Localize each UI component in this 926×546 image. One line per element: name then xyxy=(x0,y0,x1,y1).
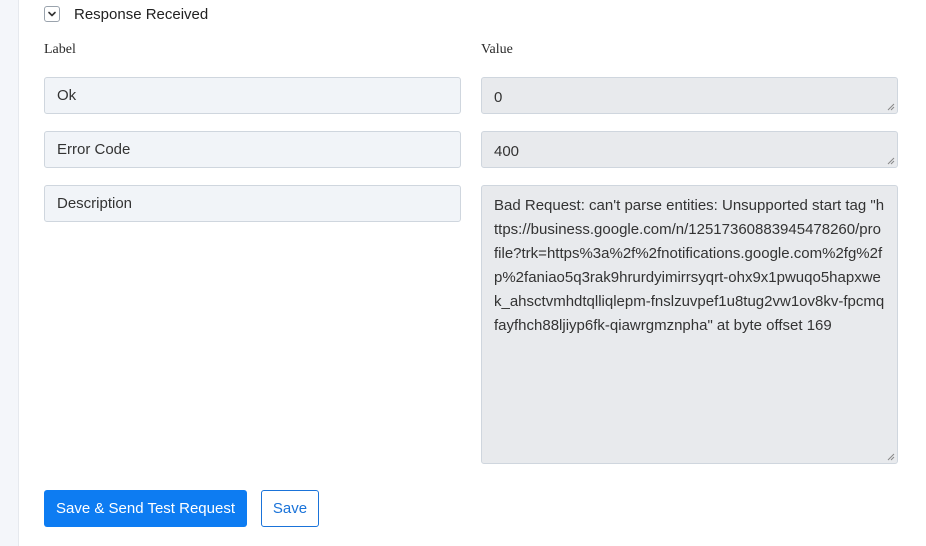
value-field-error-code[interactable]: 400 xyxy=(481,131,898,168)
value-text: 0 xyxy=(494,89,503,106)
value-text: Bad Request: can't parse entities: Unsup… xyxy=(494,197,885,334)
resize-grip-icon[interactable] xyxy=(886,156,895,165)
value-text: 400 xyxy=(494,143,520,160)
resize-grip-icon[interactable] xyxy=(886,452,895,461)
save-button[interactable]: Save xyxy=(261,490,319,527)
section-title: Response Received xyxy=(74,5,209,23)
value-field-description[interactable]: Bad Request: can't parse entities: Unsup… xyxy=(481,185,898,464)
value-field-ok[interactable]: 0 xyxy=(481,77,898,114)
label-field-ok[interactable]: Ok xyxy=(44,77,461,114)
resize-grip-icon[interactable] xyxy=(886,102,895,111)
label-field-error-code[interactable]: Error Code xyxy=(44,131,461,168)
section-header[interactable]: Response Received xyxy=(44,3,208,25)
chevron-down-icon[interactable] xyxy=(44,6,60,22)
value-column-header: Value xyxy=(481,42,513,57)
label-field-description[interactable]: Description xyxy=(44,185,461,222)
save-and-send-test-request-button[interactable]: Save & Send Test Request xyxy=(44,490,247,527)
left-rail xyxy=(0,0,19,546)
label-column-header: Label xyxy=(44,42,76,57)
response-received-panel: Response Received Label Value Ok 0 Error… xyxy=(0,0,926,546)
